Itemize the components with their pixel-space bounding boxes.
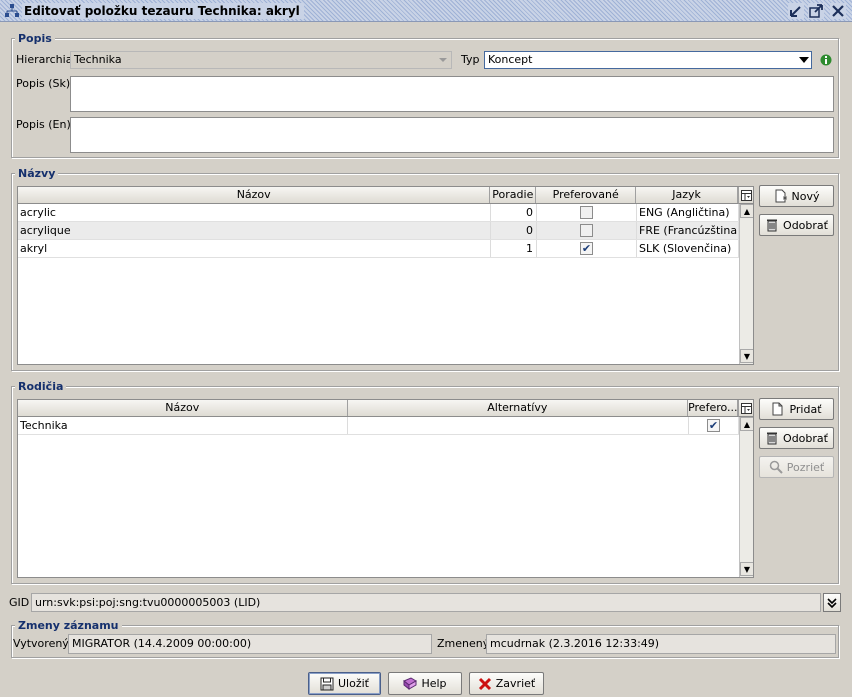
nazvy-vertical-scrollbar[interactable]: ▲ ▼ [739,204,753,364]
typ-value: Koncept [488,53,533,66]
vytvoreny-field: MIGRATOR (14.4.2009 00:00:00) [68,634,432,654]
table-row[interactable]: acrylique 0 FRE (Francúzština) [18,222,739,240]
column-chooser-icon[interactable] [738,187,753,204]
zmeneny-field: mcudrnak (2.3.2016 12:33:49) [486,634,836,654]
zmeny-group-title: Zmeny záznamu [15,619,122,632]
hierarchy-icon [5,4,19,17]
cell-alternativy [348,417,689,434]
trash-icon [767,432,778,445]
cell-preferovane: ✔ [537,240,637,257]
column-chooser-icon[interactable] [738,400,753,417]
column-header-nazov[interactable]: Názov [18,187,491,203]
rodicia-vertical-scrollbar[interactable]: ▲ ▼ [739,417,753,577]
popis-sk-field[interactable] [70,76,834,112]
cell-preferovane [537,222,637,239]
pridat-label: Pridať [789,402,822,416]
column-header-jazyk[interactable]: Jazyk [636,187,739,203]
nazvy-table-header: Názov Poradie Preferované Jazyk [18,187,753,204]
magnifier-icon [769,460,783,474]
cell-preferovane: ✔ [689,417,739,434]
window-title: Editovať položku tezauru Technika: akryl [22,3,304,19]
zavriet-button[interactable]: Zavrieť [469,672,544,695]
trash-icon [767,219,778,232]
cell-poradie: 0 [491,222,537,239]
preferovane-checkbox[interactable] [580,206,593,219]
preferovane-checkbox[interactable]: ✔ [580,242,593,255]
typ-combo[interactable]: Koncept [484,51,812,69]
chevron-down-icon [439,58,447,62]
cell-jazyk: FRE (Francúzština) [639,222,739,239]
gid-label: GID [9,596,30,609]
hierarchia-value: Technika [74,53,122,66]
pozriet-label: Pozrieť [786,460,825,474]
column-header-preferovane[interactable]: Preferované [536,187,637,203]
column-header-poradie[interactable]: Poradie [490,187,537,203]
help-book-icon [403,676,418,690]
vytvoreny-label: Vytvorený [13,637,69,650]
cell-nazov: acrylic [18,204,491,221]
pozriet-button[interactable]: Pozrieť [759,456,834,478]
help-label: Help [421,677,447,690]
cell-nazov: acrylique [18,222,491,239]
nazvy-table: Názov Poradie Preferované Jazyk acrylic … [17,186,754,365]
ulozit-label: Uložiť [338,677,369,690]
table-row[interactable]: Technika ✔ [18,417,739,435]
cell-nazov: akryl [18,240,491,257]
novy-button[interactable]: Nový [759,185,834,207]
new-document-icon [775,189,787,203]
double-chevron-down-icon [827,597,837,608]
odobrat-label: Odobrať [783,218,828,232]
cell-poradie: 0 [491,204,537,221]
chevron-down-icon [799,57,809,63]
zmeneny-label: Zmenený [437,637,490,650]
odobrat-nazov-button[interactable]: Odobrať [759,214,834,236]
cell-preferovane [537,204,637,221]
column-header-alternativy[interactable]: Alternatívy [348,400,689,416]
rodicia-table: Názov Alternatívy Prefero... Technika ✔ … [17,399,754,578]
gid-expand-button[interactable] [823,593,841,612]
popis-group-title: Popis [15,32,55,45]
save-icon [320,677,334,690]
add-document-icon [772,402,783,416]
odobrat-label: Odobrať [783,431,828,445]
novy-label: Nový [791,189,820,203]
rodicia-group-title: Rodičia [15,380,67,393]
table-row[interactable]: akryl 1 ✔ SLK (Slovenčina) [18,240,739,258]
cell-jazyk: SLK (Slovenčina) [637,240,739,257]
popis-en-label: Popis (En) [16,118,71,131]
pridat-button[interactable]: Pridať [759,398,834,420]
column-header-nazov[interactable]: Názov [18,400,348,416]
preferovane-checkbox[interactable]: ✔ [707,419,720,432]
column-header-preferovane[interactable]: Prefero... [688,400,739,416]
table-row[interactable]: acrylic 0 ENG (Angličtina) [18,204,739,222]
popis-en-field[interactable] [70,117,834,153]
close-red-icon [478,677,491,690]
close-icon[interactable] [830,3,846,19]
help-button[interactable]: Help [388,672,462,695]
cell-nazov: Technika [18,417,348,434]
scroll-down-icon[interactable]: ▼ [740,349,753,363]
nazvy-group-title: Názvy [15,167,59,180]
popis-sk-label: Popis (Sk) [16,77,71,90]
maximize-icon[interactable] [808,3,824,19]
rodicia-table-header: Názov Alternatívy Prefero... [18,400,753,417]
hierarchia-combo[interactable]: Technika [70,51,452,69]
ulozit-button[interactable]: Uložiť [308,672,381,695]
typ-label: Typ [461,53,480,66]
info-icon[interactable] [820,54,832,66]
odobrat-rodic-button[interactable]: Odobrať [759,427,834,449]
cell-jazyk: ENG (Angličtina) [637,204,739,221]
minimize-icon[interactable] [788,3,804,19]
cell-poradie: 1 [491,240,537,257]
preferovane-checkbox[interactable] [580,224,593,237]
gid-field[interactable]: urn:svk:psi:poj:sng:tvu0000005003 (LID) [31,593,821,612]
zavriet-label: Zavrieť [495,677,536,690]
scroll-down-icon[interactable]: ▼ [740,562,753,576]
hierarchia-label: Hierarchia [16,53,73,66]
scroll-up-icon[interactable]: ▲ [740,417,753,431]
scroll-up-icon[interactable]: ▲ [740,204,753,218]
